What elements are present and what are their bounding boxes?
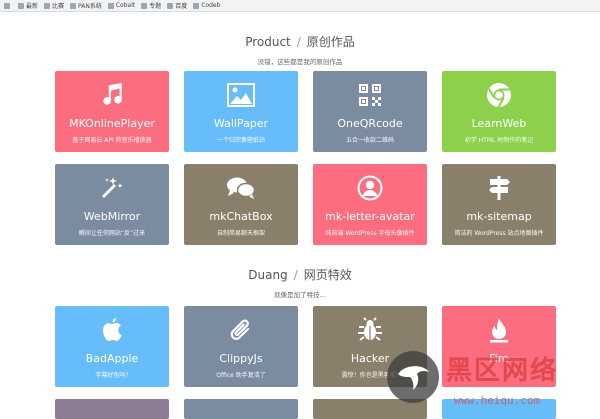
card-desc: Office 助手复活了	[216, 372, 266, 379]
bookmark-item[interactable]	[4, 2, 12, 9]
section-header-product: Product / 原创作品 没错，这些都是我的原创作品	[0, 33, 600, 66]
card-title: mk-sitemap	[466, 210, 532, 223]
card-title: MKOnlinePlayer	[69, 117, 155, 130]
card-hacker[interactable]: Hacker 震惊！你也是黑客啦!	[313, 306, 427, 387]
card-title: mkChatBox	[209, 210, 273, 223]
card-desc: 瞬间让任何网站“反”过来	[78, 230, 146, 237]
card-desc: 纯前端 WordPress 字母头像插件	[325, 230, 415, 237]
card-desc: 五合一收款二维码	[345, 137, 394, 144]
apple-icon	[55, 316, 169, 344]
section-title: Product / 原创作品	[245, 35, 355, 49]
card-title: BadApple	[85, 352, 139, 365]
bookmark-item[interactable]: 专题	[141, 1, 161, 10]
section-title: Duang / 网页特效	[248, 268, 352, 282]
section-subtitle: 没错，这些都是我的原创作品	[257, 58, 343, 66]
card-mk-sitemap[interactable]: mk-sitemap 简洁的 WordPress 站点地图插件	[442, 164, 556, 245]
card-desc: 自制简易聊天框架	[216, 230, 265, 237]
magic-wand-icon	[55, 174, 169, 202]
bookmark-item[interactable]: 最新	[18, 1, 38, 10]
card-mkchatbox[interactable]: mkChatBox 自制简易聊天框架	[184, 164, 298, 245]
bookmark-item[interactable]: PAN系统	[70, 1, 102, 10]
card-title: mk-letter-avatar	[325, 210, 415, 223]
card-partial[interactable]	[184, 399, 298, 419]
card-partial[interactable]	[55, 399, 169, 419]
card-partial[interactable]	[442, 399, 556, 419]
card-clippyjs[interactable]: ClippyJs Office 助手复活了	[184, 306, 298, 387]
card-wallpaper[interactable]: WallPaper 一个归宗集壁纸站	[184, 71, 298, 152]
card-desc: 一个归宗集壁纸站	[216, 137, 265, 144]
section-header-duang: Duang / 网页特效 就像是加了特技...	[0, 266, 600, 299]
card-webmirror[interactable]: WebMirror 瞬间让任何网站“反”过来	[55, 164, 169, 245]
card-badapple[interactable]: BadApple 字幕好色吗?	[55, 306, 169, 387]
card-desc: 字幕好色吗?	[95, 372, 129, 379]
bookmark-item[interactable]: Cobalt	[107, 2, 135, 9]
paperclip-icon	[184, 316, 298, 344]
bookmarks-bar: 最新 比赛 PAN系统 Cobalt 专题 百度 Codeb	[0, 0, 600, 12]
card-title: Hacker	[350, 352, 390, 365]
card-title: LearnWeb	[471, 117, 527, 130]
music-note-icon	[55, 81, 169, 109]
bookmark-item[interactable]: Codeb	[193, 2, 220, 9]
chrome-icon	[442, 81, 556, 109]
card-desc: 初学 HTML 时制作的笔记	[464, 137, 534, 144]
card-mk-letter-avatar[interactable]: mk-letter-avatar 纯前端 WordPress 字母头像插件	[313, 164, 427, 245]
card-learnweb[interactable]: LearnWeb 初学 HTML 时制作的笔记	[442, 71, 556, 152]
chat-bubbles-icon	[184, 174, 298, 202]
card-desc: 震惊！你也是黑客啦!	[341, 372, 399, 379]
card-title: ClippyJs	[219, 352, 263, 365]
card-mkonlineplayer[interactable]: MKOnlinePlayer 基于网易云 API 的音乐播放器	[55, 71, 169, 152]
bug-icon	[313, 316, 427, 344]
bookmark-item[interactable]: 比赛	[44, 1, 64, 10]
flame-icon	[442, 316, 556, 344]
qr-code-icon	[313, 81, 427, 109]
card-fire[interactable]: Fire	[442, 306, 556, 387]
card-partial[interactable]	[313, 399, 427, 419]
signpost-icon	[442, 174, 556, 202]
card-oneqrcode[interactable]: OneQRcode 五合一收款二维码	[313, 71, 427, 152]
avatar-icon	[313, 174, 427, 202]
section-subtitle: 就像是加了特技...	[274, 291, 326, 299]
card-title: WallPaper	[213, 117, 269, 130]
image-icon	[184, 81, 298, 109]
card-desc: 简洁的 WordPress 站点地图插件	[454, 230, 544, 237]
card-title: OneQRcode	[337, 117, 403, 130]
card-title: WebMirror	[83, 210, 141, 223]
bookmark-item[interactable]: 百度	[167, 1, 187, 10]
card-desc: 基于网易云 API 的音乐播放器	[72, 137, 152, 144]
card-title: Fire	[489, 352, 509, 365]
